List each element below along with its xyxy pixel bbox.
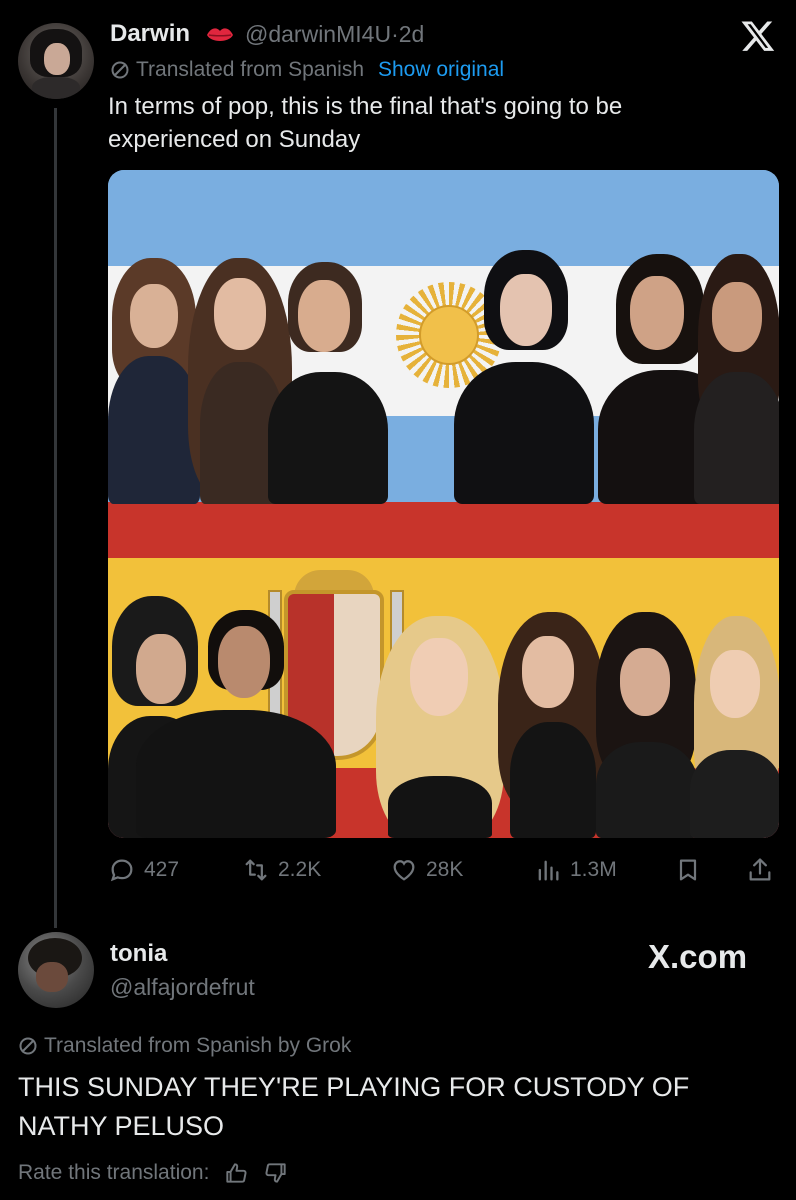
thumbs-up-icon[interactable] bbox=[223, 1160, 249, 1186]
x-com-watermark: X.com bbox=[648, 938, 748, 975]
reply-author-avatar[interactable] bbox=[18, 932, 94, 1008]
lips-emoji-icon bbox=[207, 28, 233, 41]
author-name[interactable]: Darwin bbox=[110, 20, 190, 48]
repost-button[interactable]: 2.2K bbox=[242, 848, 321, 892]
translate-icon bbox=[19, 1037, 37, 1055]
reply-text: THIS SUNDAY THEY'RE PLAYING FOR CUSTODY … bbox=[18, 1072, 690, 1141]
like-count: 28K bbox=[426, 858, 464, 881]
reply-count: 427 bbox=[144, 858, 180, 881]
tweet-action-bar: 427 2.2K 28K 1.3M bbox=[108, 848, 779, 892]
avatar-face bbox=[36, 962, 68, 992]
bookmark-button[interactable] bbox=[674, 848, 702, 892]
x-logo-icon bbox=[741, 21, 775, 51]
views-icon bbox=[538, 860, 559, 881]
reply-icon bbox=[110, 859, 133, 882]
translation-notice: Translated from Spanish Show original bbox=[110, 58, 504, 82]
repost-icon bbox=[245, 859, 267, 881]
show-original-link[interactable]: Show original bbox=[378, 58, 504, 82]
avatar-face bbox=[44, 43, 70, 75]
singer-figure bbox=[694, 254, 779, 504]
tweet-image[interactable] bbox=[108, 170, 779, 838]
separator-dot: · bbox=[391, 21, 399, 47]
rate-translation-row: Rate this translation: bbox=[18, 1160, 289, 1186]
singer-figure bbox=[258, 262, 398, 504]
singer-figure bbox=[136, 610, 336, 838]
like-icon bbox=[393, 860, 415, 881]
time-ago[interactable]: 2d bbox=[399, 21, 425, 47]
singer-figure bbox=[690, 616, 779, 838]
author-handle-time[interactable]: @darwinMI4U·2d bbox=[245, 21, 424, 48]
grok-translation-notice: Translated from Spanish by Grok bbox=[18, 1034, 351, 1058]
like-button[interactable]: 28K bbox=[390, 848, 463, 892]
share-button[interactable] bbox=[746, 848, 774, 892]
rate-translation-label: Rate this translation: bbox=[18, 1161, 210, 1184]
author-avatar[interactable] bbox=[18, 23, 94, 99]
reply-author-handle[interactable]: @alfajordefrut bbox=[110, 974, 255, 1001]
grok-translated-label: Translated from Spanish by Grok bbox=[44, 1034, 352, 1057]
views-button[interactable]: 1.3M bbox=[534, 848, 617, 892]
reply-author-name[interactable]: tonia bbox=[110, 940, 167, 968]
spain-flag-top-stripe bbox=[108, 502, 779, 558]
thread-line bbox=[54, 108, 57, 928]
bookmark-icon bbox=[679, 859, 697, 881]
avatar-body bbox=[32, 77, 80, 99]
translated-label: Translated from Spanish bbox=[136, 58, 364, 81]
singer-figure bbox=[448, 250, 598, 504]
author-handle[interactable]: @darwinMI4U bbox=[245, 21, 391, 47]
translate-icon bbox=[111, 61, 129, 79]
repost-count: 2.2K bbox=[278, 858, 322, 881]
views-count: 1.3M bbox=[570, 858, 617, 881]
reply-button[interactable]: 427 bbox=[108, 848, 179, 892]
tweet-text: In terms of pop, this is the final that'… bbox=[108, 93, 623, 153]
singer-figure bbox=[592, 612, 702, 838]
share-icon bbox=[749, 858, 771, 881]
thumbs-down-icon[interactable] bbox=[263, 1160, 289, 1186]
argentina-flag-top-stripe bbox=[108, 170, 779, 266]
